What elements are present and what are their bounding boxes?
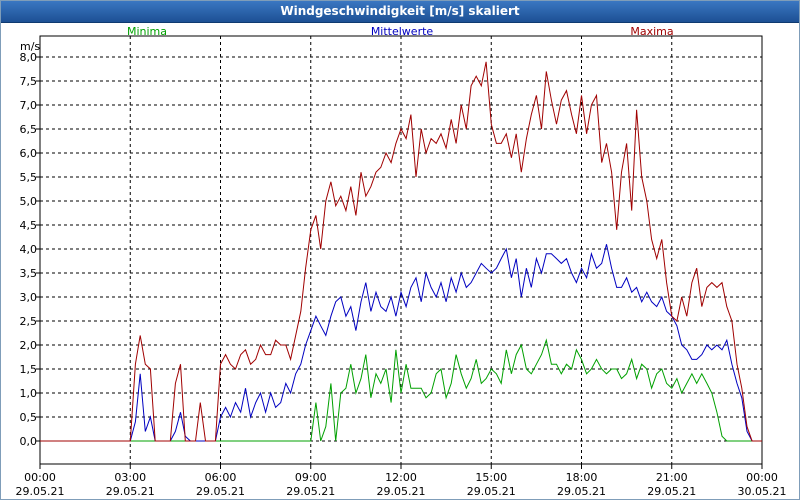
y-tick-label: 7,0	[20, 99, 38, 112]
y-tick-label: 6,5	[20, 123, 38, 136]
y-tick-label: 1,0	[20, 387, 38, 400]
y-tick-label: 4,0	[20, 243, 38, 256]
y-tick-label: 0,5	[20, 411, 38, 424]
y-axis-label: m/s	[20, 40, 40, 53]
x-tick-time: 18:00	[566, 471, 598, 484]
y-tick-label: 3,5	[20, 267, 38, 280]
y-tick-label: 0,0	[20, 435, 38, 448]
legend-item-mittelwerte: Mittelwerte	[371, 25, 434, 38]
x-tick-date: 29.05.21	[286, 485, 335, 498]
y-tick-label: 5,5	[20, 171, 38, 184]
x-tick-time: 00:00	[746, 471, 778, 484]
wind-speed-chart: 0,0 0,5 1,0 1,5 2,0 2,5 3,0 3,5 4,0 4,5 5,0 5,5 6,0 6…	[16, 25, 787, 498]
y-tick-label: 2,5	[20, 315, 38, 328]
y-tick-label: 6,0	[20, 147, 38, 160]
x-tick-date: 29.05.21	[196, 485, 245, 498]
x-tick-date: 29.05.21	[377, 485, 426, 498]
x-tick-date: 29.05.21	[16, 485, 65, 498]
y-tick-label: 7,5	[20, 75, 38, 88]
x-tick-date: 30.05.21	[738, 485, 787, 498]
x-tick-time: 12:00	[385, 471, 417, 484]
x-tick-time: 00:00	[24, 471, 56, 484]
y-tick-label: 2,0	[20, 339, 38, 352]
plot-area	[39, 35, 763, 465]
x-tick-time: 03:00	[114, 471, 146, 484]
x-tick-date: 29.05.21	[467, 485, 516, 498]
x-tick-time: 06:00	[205, 471, 237, 484]
x-tick-time: 09:00	[295, 471, 327, 484]
legend-item-maxima: Maxima	[630, 25, 673, 38]
y-tick-label: 1,5	[20, 363, 38, 376]
y-tick-label: 4,5	[20, 219, 38, 232]
y-tick-label: 5,0	[20, 195, 38, 208]
x-tick-date: 29.05.21	[106, 485, 155, 498]
x-tick-time: 15:00	[475, 471, 507, 484]
y-tick-label: 3,0	[20, 291, 38, 304]
legend-item-minima: Minima	[127, 25, 167, 38]
x-tick-date: 29.05.21	[557, 485, 606, 498]
x-tick-time: 21:00	[656, 471, 688, 484]
x-tick-date: 29.05.21	[647, 485, 696, 498]
